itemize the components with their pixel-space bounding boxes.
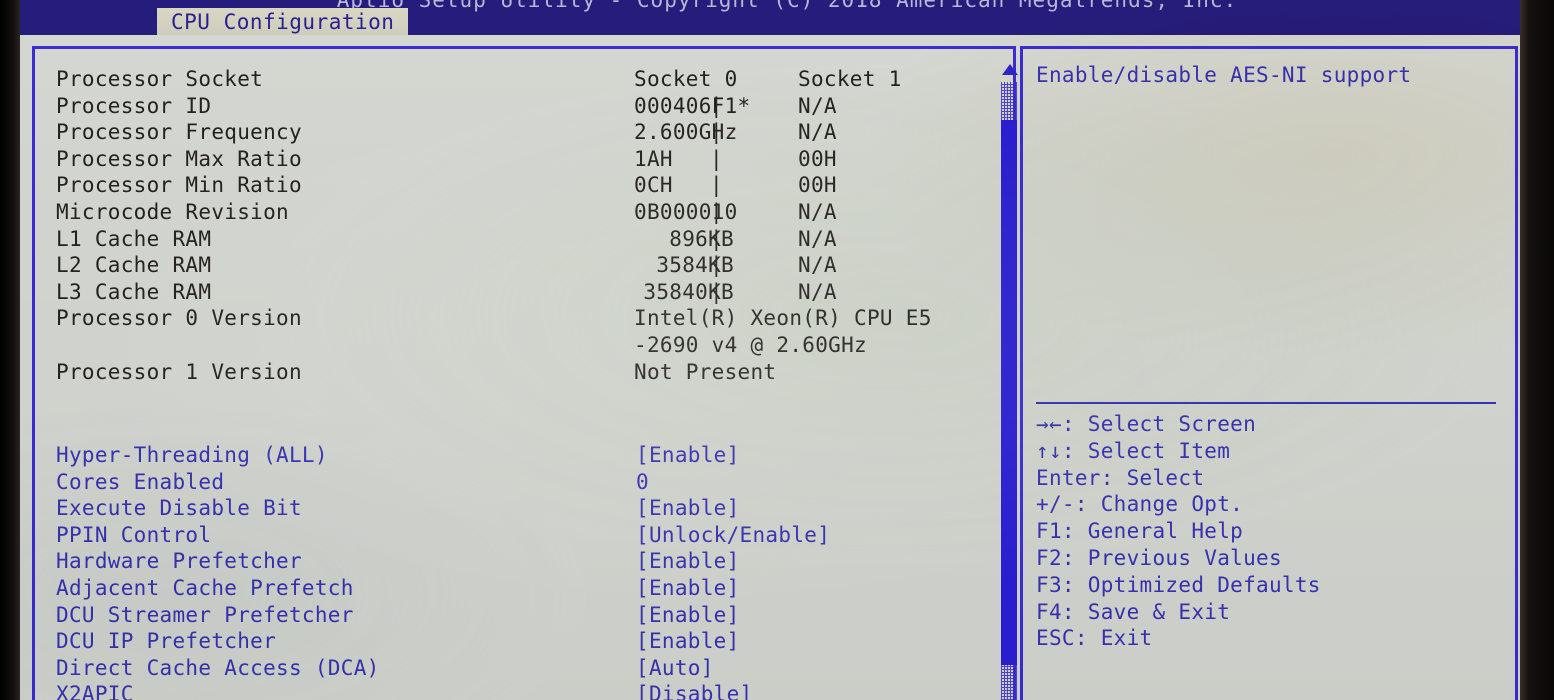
info-row-socket0-value: 35840KB xyxy=(643,279,734,304)
info-row-separator: | xyxy=(710,93,723,118)
info-row-socket0-value: 1AH xyxy=(634,146,673,171)
option-value[interactable]: 0 xyxy=(636,470,649,494)
key-legend-item: F3: Optimized Defaults xyxy=(1036,572,1321,597)
option-label: Hyper-Threading (ALL) xyxy=(56,443,328,467)
info-row-separator: | xyxy=(710,279,723,304)
info-row-label: Processor ID xyxy=(56,93,212,118)
info-row-socket0-value: Not Present xyxy=(634,359,777,384)
info-row-label: Processor 0 Version xyxy=(56,306,302,331)
option-label: X2APIC xyxy=(56,682,134,700)
key-legend-item: F2: Previous Values xyxy=(1036,545,1282,570)
info-row-separator: | xyxy=(710,173,723,198)
key-legend-item: F1: General Help xyxy=(1036,519,1244,544)
info-row-socket1-value: N/A xyxy=(798,253,837,278)
help-description: Enable/disable AES-NI support xyxy=(1036,63,1412,87)
option-value[interactable]: [Enable] xyxy=(636,576,740,600)
option-label: Cores Enabled xyxy=(56,469,225,494)
key-legend-item: F4: Save & Exit xyxy=(1036,599,1231,624)
info-row-label: L3 Cache RAM xyxy=(56,279,212,304)
info-row-separator: | xyxy=(710,253,723,278)
option-label: Execute Disable Bit xyxy=(56,496,302,521)
monitor-photo: Aptio Setup Utility - Copyright (C) 2018… xyxy=(0,0,1554,700)
info-row-socket0-value: Socket 0 xyxy=(634,67,738,91)
info-row-socket1-value: N/A xyxy=(798,226,837,251)
key-legend-item: Enter: Select xyxy=(1036,465,1205,490)
info-row-label: Processor Frequency xyxy=(56,120,302,145)
info-row-socket1-value: 00H xyxy=(798,173,837,198)
info-row-separator: | xyxy=(710,199,723,224)
info-row-socket0-value: -2690 v4 @ 2.60GHz xyxy=(634,332,867,357)
option-value[interactable]: [Auto] xyxy=(636,656,714,680)
info-row-socket1-value: N/A xyxy=(798,120,837,145)
option-value[interactable]: [Enable] xyxy=(636,443,740,467)
option-value[interactable]: [Enable] xyxy=(636,629,740,653)
key-legend: →←: Select Screen ↑↓: Select Item Enter: S… xyxy=(1036,412,1321,653)
option-value[interactable]: [Unlock/Enable] xyxy=(636,523,830,547)
info-row-socket1-value: 00H xyxy=(798,146,837,171)
main-scrollbar[interactable] xyxy=(1000,60,1018,700)
tab-cpu-configuration[interactable]: CPU Configuration xyxy=(157,8,409,35)
info-row-label: Processor Max Ratio xyxy=(56,146,302,171)
info-row-socket1-value: N/A xyxy=(798,279,837,304)
option-label: Direct Cache Access (DCA) xyxy=(56,655,380,680)
option-label: DCU IP Prefetcher xyxy=(56,629,277,654)
option-value[interactable]: [Disable] xyxy=(636,682,753,700)
info-row-label: L1 Cache RAM xyxy=(56,226,212,251)
monitor-bezel-right xyxy=(1520,0,1554,700)
info-row-label: Processor Socket xyxy=(56,67,264,91)
option-label: DCU Streamer Prefetcher xyxy=(56,602,354,627)
info-row-label: L2 Cache RAM xyxy=(56,253,212,278)
info-row-socket0-value: 0CH xyxy=(634,173,673,198)
bios-screen: Aptio Setup Utility - Copyright (C) 2018… xyxy=(20,0,1520,700)
info-row-separator: | xyxy=(710,120,723,145)
key-legend-item: →←: Select Screen xyxy=(1036,412,1257,436)
info-row-label: Microcode Revision xyxy=(56,199,289,224)
scrollbar-thumb[interactable] xyxy=(1001,120,1017,665)
key-legend-item: ↑↓: Select Item xyxy=(1036,438,1231,463)
option-value[interactable]: [Enable] xyxy=(636,603,740,627)
key-legend-item: ESC: Exit xyxy=(1036,626,1153,651)
info-row-socket0-value: 3584KB xyxy=(656,253,734,278)
key-legend-item: +/-: Change Opt. xyxy=(1036,492,1244,517)
info-row-label: Processor 1 Version xyxy=(56,359,302,384)
info-row-socket1-value: N/A xyxy=(798,199,837,224)
option-label: PPIN Control xyxy=(56,522,212,547)
info-row-socket0-value: Intel(R) Xeon(R) CPU E5 xyxy=(634,306,932,331)
option-label: Hardware Prefetcher xyxy=(56,549,302,574)
help-separator xyxy=(1036,402,1496,404)
info-row-socket0-value: 896KB xyxy=(669,226,734,251)
option-label: Adjacent Cache Prefetch xyxy=(56,575,354,600)
info-row-label: Processor Min Ratio xyxy=(56,173,302,198)
info-row-socket0-value: 000406F1* xyxy=(634,93,751,118)
triangle-up-icon[interactable] xyxy=(1002,64,1018,75)
option-value[interactable]: [Enable] xyxy=(636,496,740,520)
monitor-bezel-left xyxy=(0,0,20,700)
option-value[interactable]: [Enable] xyxy=(636,549,740,573)
info-row-separator: | xyxy=(710,146,723,171)
info-row-separator: | xyxy=(710,226,723,251)
info-row-socket1-value: Socket 1 xyxy=(798,67,902,91)
info-row-socket1-value: N/A xyxy=(798,93,837,118)
